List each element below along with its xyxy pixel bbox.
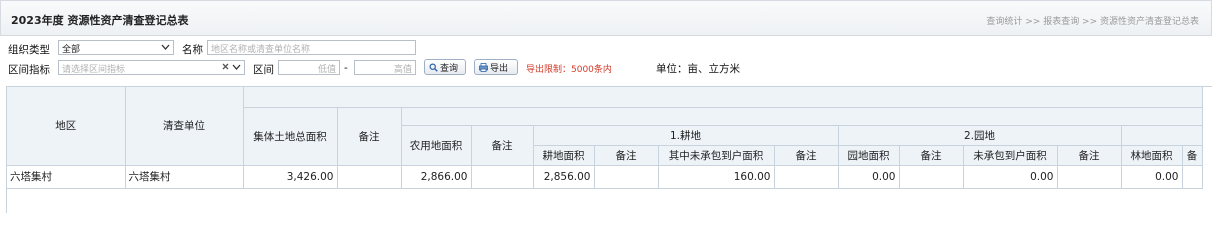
range-low-input[interactable]: 低值: [278, 60, 340, 75]
clear-icon[interactable]: [221, 61, 230, 74]
name-label: 名称: [182, 44, 203, 56]
header-uncontracted-remark: 备注: [1057, 145, 1122, 166]
table-row[interactable]: 六塔集村 六塔集村 3,426.00 2,866.00 2,856.00 160…: [7, 165, 1203, 189]
cell-farm-area: 2,866.00: [401, 165, 472, 189]
cell-orchard-remark: [899, 165, 964, 189]
header-group-orchard: 2.园地: [838, 125, 1122, 146]
header-collective-total: 集体土地总面积: [243, 107, 338, 166]
header-unit: 清查单位: [125, 87, 244, 166]
range-indicator-select[interactable]: 请选择区间指标: [58, 60, 245, 75]
export-limit-text: 导出限制：5000条内: [526, 65, 612, 75]
header-trailing: 备: [1182, 145, 1203, 166]
range-low-placeholder: 低值: [317, 65, 336, 75]
header-uncontracted: 未承包到户面积: [963, 145, 1058, 166]
unit-text: 单位：亩、立方米: [656, 63, 740, 75]
export-button[interactable]: 导出: [474, 59, 518, 75]
chevron-down-icon[interactable]: [161, 41, 170, 54]
title-bar: 2023年度 资源性资产清查登记总表 查询统计 >> 报表查询 >> 资源性资产…: [0, 0, 1212, 36]
header-farm-band: [401, 107, 1203, 126]
cell-region: 六塔集村: [7, 165, 126, 189]
cell-collective-total: 3,426.00: [243, 165, 338, 189]
header-group-forest: [1121, 125, 1203, 146]
cell-uncontracted-orchard-remark: [1057, 165, 1122, 189]
range-high-placeholder: 高值: [393, 65, 412, 75]
range-high-input[interactable]: 高值: [354, 60, 416, 75]
printer-icon: [479, 63, 488, 72]
header-uncontracted-within: 其中未承包到户面积: [658, 145, 775, 166]
query-button-label: 查询: [440, 64, 459, 74]
header-collective-remark: 备注: [337, 107, 402, 166]
name-input[interactable]: 地区名称或清查单位名称: [207, 40, 416, 55]
org-type-select[interactable]: 全部: [58, 40, 174, 55]
header-group-arable: 1.耕地: [533, 125, 839, 146]
cell-uncontracted-orchard: 0.00: [963, 165, 1058, 189]
header-arable-area: 耕地面积: [533, 145, 595, 166]
org-type-label: 组织类型: [8, 44, 50, 56]
cell-forest-area: 0.00: [1121, 165, 1183, 189]
data-grid: 地区 清查单位 集体土地总面积 备注 农用地面积 备注 1.耕地 2.园地 耕地…: [6, 86, 1212, 213]
filter-row-1: 组织类型 全部 名称 地区名称或清查单位名称: [8, 40, 428, 58]
header-farm-area: 农用地面积: [401, 125, 472, 166]
export-button-label: 导出: [490, 64, 509, 74]
cell-collective-remark: [337, 165, 402, 189]
name-input-placeholder: 地区名称或清查单位名称: [211, 45, 311, 55]
header-arable-remark: 备注: [594, 145, 659, 166]
search-icon: [429, 63, 438, 72]
query-button[interactable]: 查询: [424, 59, 466, 75]
header-top-band: [243, 87, 1203, 108]
header-farm-remark: 备注: [471, 125, 534, 166]
range-indicator-label: 区间指标: [8, 64, 50, 76]
cell-trailing: [1182, 165, 1203, 189]
range-separator: -: [344, 62, 348, 74]
cell-uncontracted-arable: 160.00: [658, 165, 775, 189]
chevron-down-icon[interactable]: [232, 61, 241, 74]
header-orchard-area: 园地面积: [838, 145, 900, 166]
filter-row-2: 区间指标 请选择区间指标 区间 低值 - 高值 查询 导出 导出限制：5000条…: [8, 59, 788, 78]
header-uncontracted-within-remark: 备注: [774, 145, 839, 166]
header-orchard-remark: 备注: [899, 145, 964, 166]
cell-farm-remark: [471, 165, 534, 189]
breadcrumb: 查询统计 >> 报表查询 >> 资源性资产清查登记总表: [986, 17, 1199, 27]
range-indicator-placeholder: 请选择区间指标: [62, 65, 126, 75]
cell-uncontracted-arable-remark: [774, 165, 839, 189]
cell-arable-area: 2,856.00: [533, 165, 595, 189]
header-region: 地区: [7, 87, 126, 166]
cell-orchard-area: 0.00: [838, 165, 900, 189]
cell-arable-remark: [594, 165, 659, 189]
cell-unit: 六塔集村: [125, 165, 244, 189]
header-forest-area: 林地面积: [1121, 145, 1183, 166]
summary-table: 地区 清查单位 集体土地总面积 备注 农用地面积 备注 1.耕地 2.园地 耕地…: [7, 87, 1203, 189]
range-label: 区间: [253, 64, 274, 76]
org-type-value: 全部: [62, 45, 81, 55]
page-title: 2023年度 资源性资产清查登记总表: [11, 14, 189, 27]
